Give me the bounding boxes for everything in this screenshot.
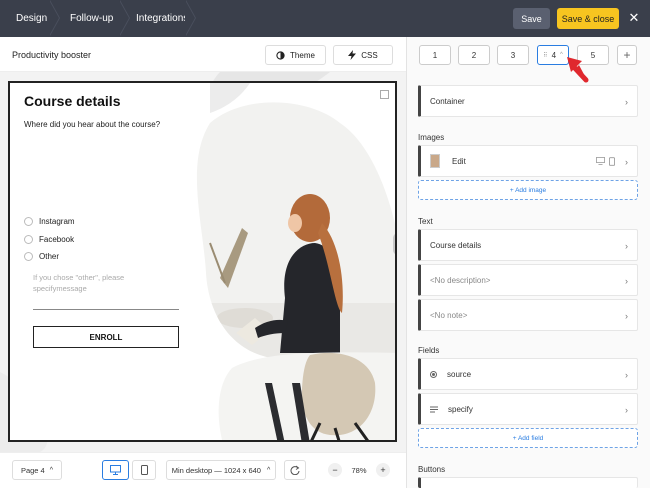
button-item-row[interactable] [418,477,638,488]
css-button[interactable]: CSS [333,45,393,65]
tab-integrations[interactable]: Integrations [136,0,188,37]
add-image-button[interactable]: + Add image [418,180,638,200]
theme-contrast-icon [276,50,285,60]
text-item-label: <No note> [430,310,468,320]
radio-option-facebook[interactable]: Facebook [24,235,74,244]
radio-label: Other [39,252,60,261]
rotate-icon [290,465,300,475]
image-edit-label: Edit [452,156,466,166]
enroll-button[interactable]: ENROLL [33,326,179,348]
chevron-up-icon: ^ [266,466,271,474]
lightning-icon [348,50,357,60]
radio-field-icon [430,370,437,378]
tab-follow-up[interactable]: Follow-up [70,0,113,37]
radio-option-instagram[interactable]: Instagram [24,217,75,226]
add-field-button[interactable]: + Add field [418,428,638,448]
text-item-label: <No description> [430,275,491,285]
field-item-specify[interactable]: specify › [418,393,638,425]
popup-photo [196,83,395,440]
page-button-label: 4 [551,50,557,60]
tab-design[interactable]: Design [16,0,47,37]
tab-separator [119,0,132,37]
chevron-right-icon: › [625,405,628,415]
viewport-select-label: Min desktop — 1024 x 640 [171,465,261,475]
tab-separator [185,0,198,37]
field-item-label: source [447,369,472,379]
field-item-source[interactable]: source › [418,358,638,390]
css-label: CSS [361,50,378,60]
save-and-close-button[interactable]: Save & close [557,8,619,29]
container-label: Container [430,96,465,106]
popup-question: Where did you hear about the course? [24,120,161,129]
save-button[interactable]: Save [513,8,550,29]
text-item-description[interactable]: <No description> › [418,264,638,296]
zoom-level: 78% [351,465,367,475]
chevron-right-icon: › [625,370,628,380]
radio-icon [24,217,33,226]
chevron-right-icon: › [625,311,628,321]
popup-input-underline[interactable] [33,309,179,310]
page-select[interactable]: Page 4 ^ [12,460,62,480]
radio-option-other[interactable]: Other [24,252,59,261]
text-heading: Text [418,217,433,226]
mobile-view-button[interactable] [132,460,156,480]
desktop-icon[interactable] [596,157,605,165]
text-item-label: Course details [430,240,482,250]
zoom-out-button[interactable]: − [328,463,342,477]
chevron-up-icon: ^ [560,52,563,58]
theme-button[interactable]: Theme [265,45,326,65]
desktop-view-button[interactable] [102,460,129,480]
plus-icon: + [623,48,631,62]
add-page-button[interactable]: + [617,45,637,65]
chevron-up-icon: ^ [49,466,54,474]
page-button-2[interactable]: 2 [458,45,490,65]
chevron-right-icon: › [625,241,628,251]
viewport-select[interactable]: Min desktop — 1024 x 640 ^ [166,460,276,480]
theme-label: Theme [290,50,315,60]
chevron-right-icon: › [625,276,628,286]
radio-icon [24,235,33,244]
desktop-icon [110,465,121,475]
radio-label: Instagram [39,217,75,226]
red-arrow-annotation [567,57,589,83]
field-item-label: specify [448,404,473,414]
text-field-icon [430,406,438,413]
zoom-in-button[interactable]: + [376,463,390,477]
rotate-button[interactable] [284,460,306,480]
radio-label: Facebook [39,235,75,244]
image-item-row[interactable]: Edit › [418,145,638,177]
mobile-icon [140,465,148,475]
page-button-1[interactable]: 1 [419,45,451,65]
popup-close-icon[interactable] [380,90,389,99]
page-button-3[interactable]: 3 [497,45,529,65]
popup-title: Course details [24,93,121,109]
text-item-title[interactable]: Course details › [418,229,638,261]
text-item-note[interactable]: <No note> › [418,299,638,331]
buttons-heading: Buttons [418,465,446,474]
tab-separator [49,0,62,37]
zoom-control: − 78% + [326,460,392,480]
page-select-label: Page 4 [20,465,45,475]
popup-preview[interactable] [8,81,397,442]
popup-hint-text: If you chose "other", please specifymess… [33,273,125,293]
document-title: Productivity booster [12,50,92,60]
mobile-icon[interactable] [609,157,615,166]
image-thumbnail [430,154,440,168]
drag-handle-icon[interactable]: ⠿ [543,52,547,59]
radio-icon [24,252,33,261]
page-button-4[interactable]: ⠿ 4 ^ [537,45,569,65]
close-icon[interactable]: ✕ [628,11,640,24]
chevron-right-icon: › [625,157,628,167]
images-heading: Images [418,133,445,142]
chevron-right-icon: › [625,97,628,107]
fields-heading: Fields [418,346,440,355]
container-row[interactable]: Container › [418,85,638,117]
